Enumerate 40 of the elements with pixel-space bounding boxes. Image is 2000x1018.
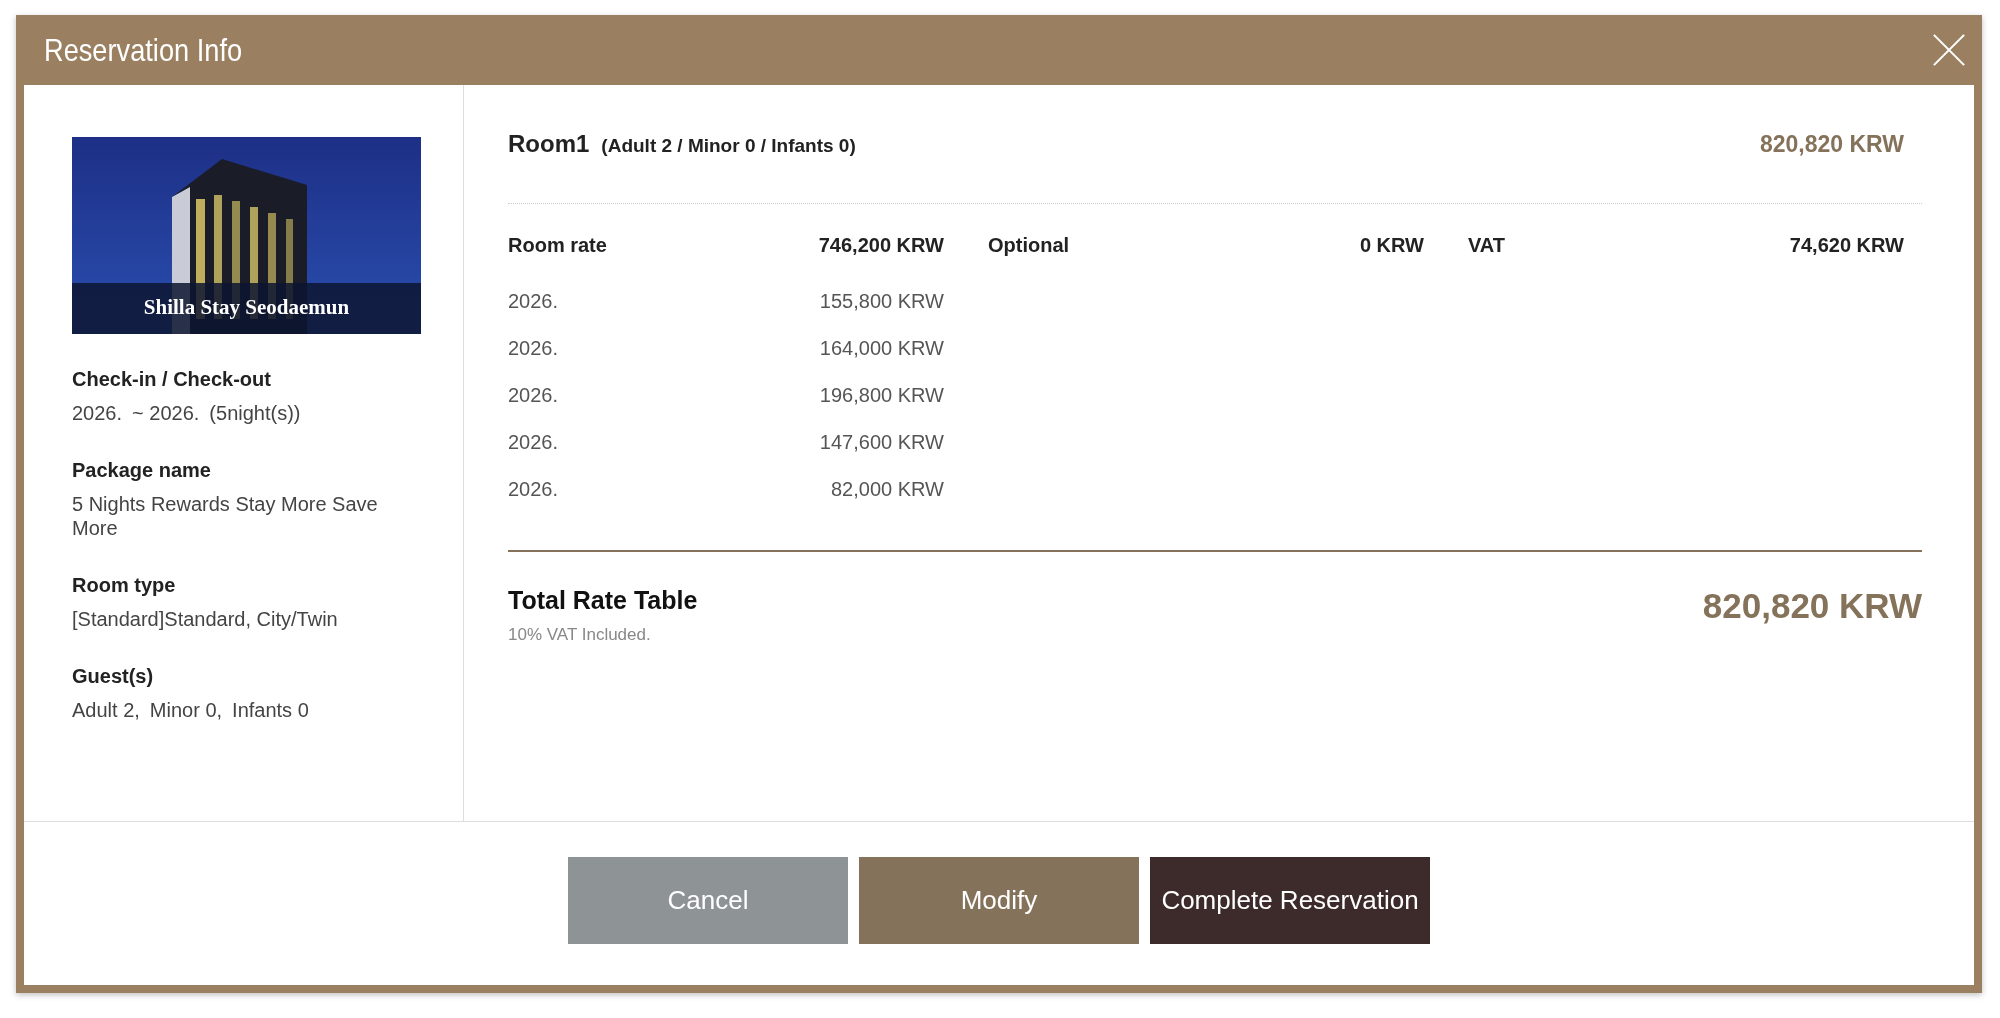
charge-amount: 74,620 KRW bbox=[1789, 234, 1904, 258]
room-occupancy: (Adult 2 / Minor 0 / Infants 0) bbox=[601, 135, 856, 157]
detail-value: 5 Nights Rewards Stay More Save More bbox=[72, 492, 379, 540]
night-date: 2026. bbox=[508, 431, 559, 455]
room-total: 820,820 KRW bbox=[1759, 130, 1904, 158]
night-date: 2026. bbox=[508, 290, 559, 314]
night-date: 2026. bbox=[508, 384, 559, 408]
night-amount: 82,000 KRW bbox=[830, 478, 944, 502]
hotel-name: Shilla Stay Seodaemun bbox=[142, 295, 351, 320]
total-amount: 820,820 KRW bbox=[1702, 586, 1922, 627]
vat-note: 10% VAT Included. bbox=[508, 625, 652, 645]
detail-value: Infants 0 bbox=[232, 698, 309, 722]
night-amount: 155,800 KRW bbox=[819, 290, 944, 314]
modify-button[interactable]: Modify bbox=[859, 857, 1139, 944]
night-amount: 164,000 KRW bbox=[819, 337, 944, 361]
night-date: 2026. bbox=[508, 478, 559, 502]
cancel-button[interactable]: Cancel bbox=[568, 857, 848, 944]
detail-label: Guest(s) bbox=[72, 665, 155, 688]
detail-label: Package name bbox=[72, 459, 212, 482]
complete-button[interactable]: Complete Reservation bbox=[1150, 857, 1430, 944]
detail-value: (5night(s)) bbox=[209, 401, 301, 425]
total-label: Total Rate Table bbox=[508, 586, 698, 615]
charge-amount: 746,200 KRW bbox=[818, 234, 944, 258]
dialog-title: Reservation Info bbox=[44, 31, 243, 69]
room-title: Room1 bbox=[508, 130, 590, 158]
charge-amount: 0 KRW bbox=[1359, 234, 1424, 258]
close-icon[interactable] bbox=[1932, 33, 1966, 67]
night-amount: 147,600 KRW bbox=[819, 431, 944, 455]
night-amount: 196,800 KRW bbox=[819, 384, 944, 408]
detail-label: Check-in / Check-out bbox=[72, 368, 272, 391]
charge-label: Room rate bbox=[508, 234, 607, 258]
detail-label: Room type bbox=[72, 574, 177, 597]
detail-value: Minor 0, bbox=[149, 698, 223, 722]
detail-value: ~ 2026. bbox=[132, 401, 200, 425]
detail-value: [Standard]Standard, City/Twin bbox=[72, 607, 338, 631]
charge-label: Optional bbox=[988, 234, 1070, 258]
detail-value: Adult 2, bbox=[72, 698, 140, 722]
night-date: 2026. bbox=[508, 337, 559, 361]
detail-value: 2026. bbox=[72, 401, 123, 425]
charge-label: VAT bbox=[1468, 234, 1506, 258]
